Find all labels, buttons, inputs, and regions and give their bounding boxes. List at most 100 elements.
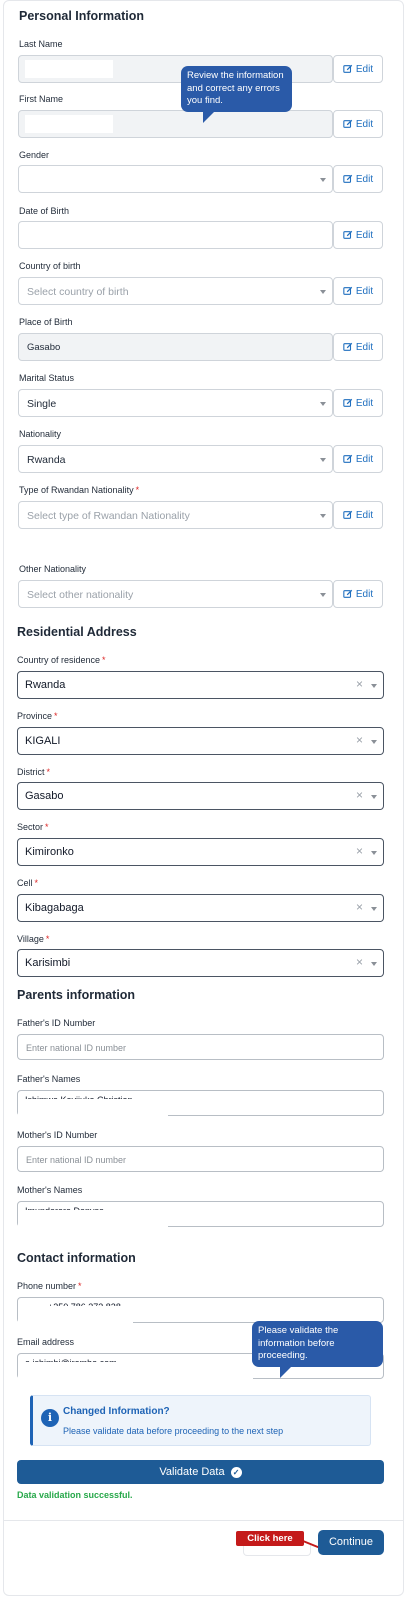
district-select[interactable]: Gasabo × (17, 782, 384, 810)
clear-icon[interactable]: × (356, 733, 363, 747)
required-mark: * (46, 767, 51, 777)
mother-id-placeholder: Enter national ID number (26, 1155, 127, 1165)
edit-label: Edit (355, 397, 374, 409)
required-mark: * (135, 485, 140, 495)
edit-gender-button[interactable]: Edit (333, 165, 383, 193)
chevron-down-icon (371, 684, 377, 688)
edit-label: Edit (355, 453, 374, 465)
validate-tooltip: Please validate the information before p… (252, 1321, 383, 1377)
continue-button[interactable]: Continue (318, 1530, 384, 1555)
province-text: Province (17, 711, 53, 721)
edit-nationality-button[interactable]: Edit (333, 445, 383, 473)
cell-label: Cell * (17, 878, 38, 888)
edit-icon (343, 454, 353, 463)
last-name-label: Last Name (19, 39, 63, 49)
type-nationality-select[interactable]: Select type of Rwandan Nationality (18, 501, 333, 529)
country-residence-select[interactable]: Rwanda × (17, 671, 384, 699)
village-value: Karisimbi (25, 957, 71, 969)
validate-data-button[interactable]: Validate Data ✓ (17, 1460, 384, 1484)
redaction-mask (18, 1210, 168, 1230)
dob-field[interactable] (18, 221, 333, 249)
edit-icon (343, 174, 353, 183)
cell-value: Kibagabaga (25, 902, 84, 914)
mother-names-label: Mother's Names (17, 1185, 83, 1195)
marital-select[interactable]: Single (18, 389, 333, 417)
nationality-select[interactable]: Rwanda (18, 445, 333, 473)
clear-icon[interactable]: × (356, 955, 363, 969)
father-names-input[interactable]: Ishimwe Kayijuka Christian (17, 1090, 384, 1119)
father-id-label: Father's ID Number (17, 1018, 96, 1028)
edit-icon (343, 510, 353, 519)
edit-last-name-button[interactable]: Edit (333, 55, 383, 83)
place-birth-field[interactable]: Gasabo (18, 333, 333, 361)
dob-label: Date of Birth (19, 206, 70, 216)
edit-place-birth-button[interactable]: Edit (333, 333, 383, 361)
edit-icon (343, 230, 353, 239)
alert-description: Please validate data before proceeding t… (63, 1426, 284, 1436)
edit-label: Edit (355, 63, 374, 75)
validate-label: Validate Data (159, 1466, 225, 1478)
edit-label: Edit (355, 173, 374, 185)
edit-marital-button[interactable]: Edit (333, 389, 383, 417)
other-nationality-select[interactable]: Select other nationality (18, 580, 333, 608)
sector-select[interactable]: Kimironko × (17, 838, 384, 866)
clear-icon[interactable]: × (356, 788, 363, 802)
redaction-mask (18, 1306, 133, 1326)
edit-icon (343, 64, 353, 73)
section-title-parents: Parents information (17, 988, 136, 1002)
sector-text: Sector (17, 822, 44, 832)
sector-value: Kimironko (25, 846, 74, 858)
chevron-down-icon (320, 514, 326, 518)
type-nationality-text: Type of Rwandan Nationality (19, 485, 134, 495)
gender-label: Gender (19, 150, 50, 160)
village-select[interactable]: Karisimbi × (17, 949, 384, 977)
mother-id-input[interactable]: Enter national ID number (17, 1146, 384, 1172)
father-names-label: Father's Names (17, 1074, 81, 1084)
chevron-down-icon (371, 851, 377, 855)
edit-other-nationality-button[interactable]: Edit (333, 580, 383, 608)
chevron-down-icon (371, 962, 377, 966)
edit-country-birth-button[interactable]: Edit (333, 277, 383, 305)
edit-dob-button[interactable]: Edit (333, 221, 383, 249)
required-mark: * (45, 934, 50, 944)
required-mark: * (34, 878, 39, 888)
chevron-down-icon (371, 795, 377, 799)
section-title-personal: Personal Information (19, 9, 145, 23)
edit-first-name-button[interactable]: Edit (333, 110, 383, 138)
father-id-input[interactable]: Enter national ID number (17, 1034, 384, 1060)
first-name-field[interactable] (18, 110, 333, 138)
gender-select[interactable] (18, 165, 333, 193)
village-label: Village * (17, 934, 49, 944)
edit-label: Edit (355, 341, 374, 353)
district-value: Gasabo (25, 790, 64, 802)
country-birth-select[interactable]: Select country of birth (18, 277, 333, 305)
clear-icon[interactable]: × (356, 844, 363, 858)
country-residence-value: Rwanda (25, 679, 66, 691)
review-tooltip: Review the information and correct any e… (181, 66, 292, 122)
edit-label: Edit (355, 285, 374, 297)
place-birth-label: Place of Birth (19, 317, 73, 327)
edit-type-nationality-button[interactable]: Edit (333, 501, 383, 529)
redaction-mask (18, 1099, 168, 1119)
type-nationality-placeholder: Select type of Rwandan Nationality (27, 510, 190, 522)
edit-icon (343, 342, 353, 351)
province-select[interactable]: KIGALI × (17, 727, 384, 755)
required-mark: * (45, 822, 49, 832)
required-mark: * (54, 711, 58, 721)
phone-text: Phone number (17, 1281, 77, 1291)
chevron-down-icon (320, 458, 326, 462)
edit-icon (343, 119, 353, 128)
chevron-down-icon (320, 290, 326, 294)
mother-names-input[interactable]: Imunderere Denyse (17, 1201, 384, 1230)
section-title-contact: Contact information (17, 1251, 136, 1265)
clear-icon[interactable]: × (356, 677, 363, 691)
clear-icon[interactable]: × (356, 900, 363, 914)
cell-select[interactable]: Kibagabaga × (17, 894, 384, 922)
phone-input[interactable]: +250 786 373 828 (17, 1297, 384, 1326)
edit-icon (343, 398, 353, 407)
chevron-down-icon (371, 907, 377, 911)
chevron-down-icon (371, 740, 377, 744)
edit-icon (343, 286, 353, 295)
phone-label: Phone number * (17, 1281, 82, 1291)
country-residence-label: Country of residence * (17, 655, 106, 665)
